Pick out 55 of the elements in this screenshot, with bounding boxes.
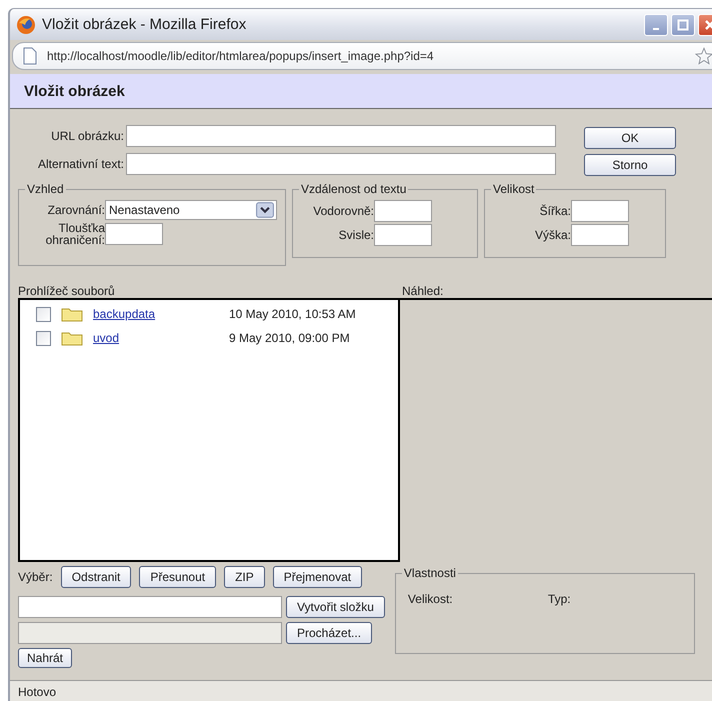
action-button[interactable]: ZIP [224, 566, 265, 588]
input-field[interactable] [105, 223, 163, 245]
star-icon[interactable] [695, 47, 712, 65]
field-label: Tloušťka ohraničení: [44, 222, 105, 246]
input-field[interactable] [374, 200, 432, 222]
alignment-select[interactable]: Nenastaveno [105, 200, 277, 220]
group-legend: Vzhled [25, 182, 66, 196]
dialog-button[interactable]: Storno [584, 154, 676, 176]
property-label: Typ: [548, 592, 572, 606]
url-text: http://localhost/moodle/lib/editor/htmlarea/popups/insert_image.php?id=4 [47, 49, 435, 63]
status-text: Hotovo [18, 684, 56, 698]
minimize-icon [653, 28, 659, 30]
folder-icon [61, 306, 83, 322]
upload-button[interactable]: Nahrát [18, 648, 72, 668]
field-label: Svisle: [338, 229, 374, 241]
input-field[interactable] [126, 153, 556, 175]
create-folder-button[interactable]: Vytvořit složku [286, 596, 385, 618]
dialog-title: Vložit obrázek [24, 82, 125, 100]
dialog-button[interactable]: OK [584, 127, 676, 149]
address-bar[interactable]: http://localhost/moodle/lib/editor/htmlarea/popups/insert_image.php?id=4 [12, 42, 712, 70]
field-label: URL obrázku: [50, 130, 124, 142]
maximize-icon [677, 18, 689, 30]
field-label: Šířka: [538, 205, 571, 217]
input-field[interactable] [374, 224, 432, 246]
field-label: Vodorovně: [312, 205, 374, 217]
property-label: Velikost: [408, 592, 454, 606]
input-field[interactable] [571, 224, 629, 246]
window-title: Vložit obrázek - Mozilla Firefox [42, 16, 248, 33]
folder-link[interactable]: backupdata [93, 307, 213, 321]
action-button[interactable]: Přesunout [139, 566, 216, 588]
input-field[interactable] [571, 200, 629, 222]
selection-label: Výběr: [18, 570, 53, 584]
folder-name-field[interactable] [18, 596, 282, 618]
file-date: 9 May 2010, 09:00 PM [229, 331, 350, 345]
folder-link[interactable]: uvod [93, 331, 213, 345]
field-label: Alternativní text: [36, 158, 124, 170]
panel-label: Prohlížeč souborů [18, 284, 116, 298]
input-field[interactable] [126, 125, 556, 147]
group-legend: Vlastnosti [402, 566, 458, 580]
browser-logo-icon [16, 14, 36, 34]
checkbox[interactable] [36, 306, 51, 322]
field-label: Výška: [534, 229, 571, 241]
folder-icon [61, 330, 83, 346]
checkbox[interactable] [36, 330, 51, 346]
file-date: 10 May 2010, 10:53 AM [229, 307, 356, 321]
action-button[interactable]: Přejmenovat [272, 566, 362, 588]
minimize-button[interactable] [644, 14, 668, 36]
maximize-button[interactable] [671, 14, 695, 36]
browse-button[interactable]: Procházet... [286, 622, 372, 644]
group-legend: Vzdálenost od textu [299, 182, 408, 196]
field-label: Zarovnání: [46, 204, 105, 216]
group-legend: Velikost [491, 182, 536, 196]
action-button[interactable]: Odstranit [60, 566, 132, 588]
page-icon [23, 47, 37, 65]
panel-label: Náhled: [402, 284, 444, 298]
